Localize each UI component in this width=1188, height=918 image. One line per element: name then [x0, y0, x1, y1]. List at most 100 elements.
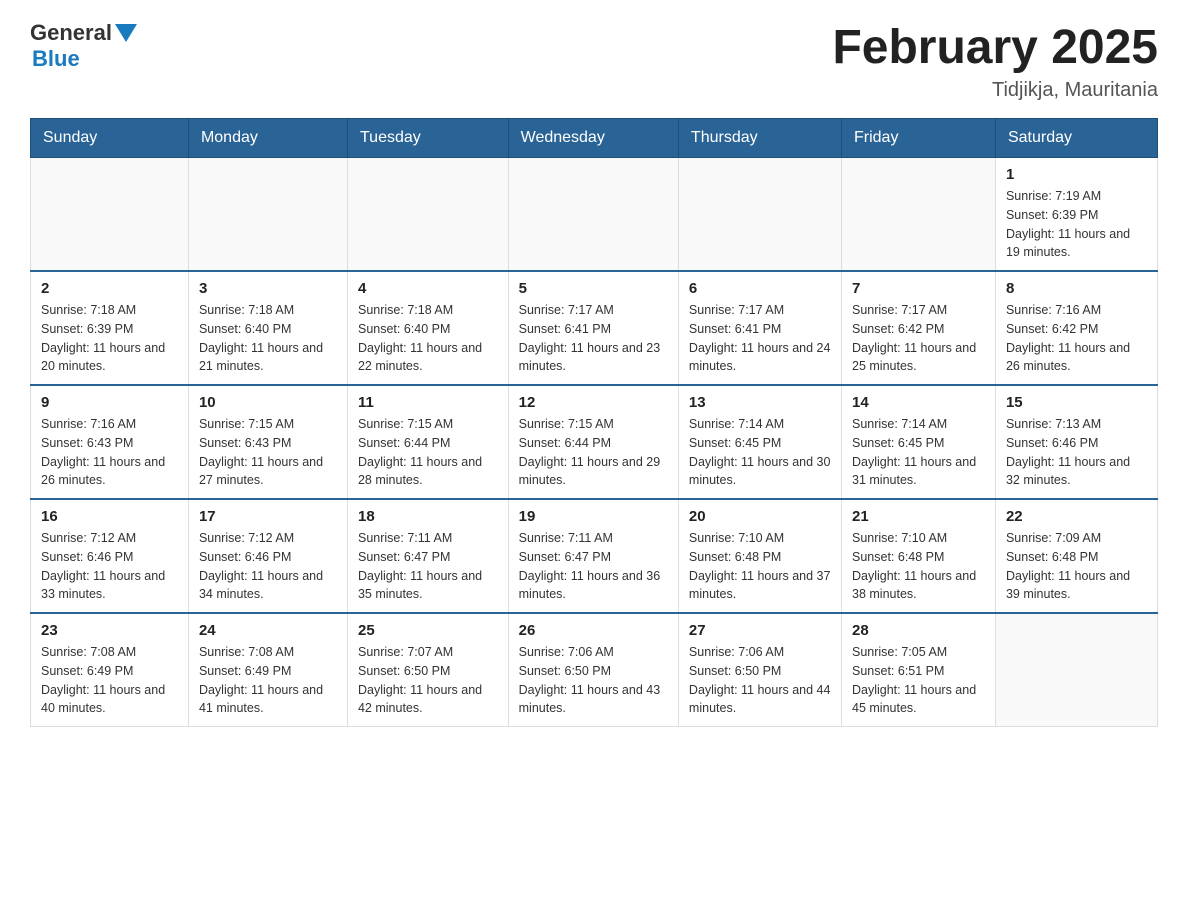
calendar-week-row: 2 Sunrise: 7:18 AM Sunset: 6:39 PM Daylig… [31, 271, 1158, 385]
calendar-subtitle: Tidjikja, Mauritania [832, 79, 1158, 102]
day-info: Sunrise: 7:15 AM Sunset: 6:43 PM Dayligh… [199, 415, 337, 490]
calendar-week-row: 16 Sunrise: 7:12 AM Sunset: 6:46 PM Dayli… [31, 499, 1158, 613]
calendar-day-cell: 3Sunrise: 7:18 AM Sunset: 6:40 PM Daylig… [188, 271, 347, 385]
day-number: 28 [852, 622, 985, 639]
day-number: 16 [41, 508, 178, 525]
calendar-day-cell: 14 Sunrise: 7:14 AM Sunset: 6:45 PM Dayli… [842, 385, 996, 499]
day-info: Sunrise: 7:15 AM Sunset: 6:44 PM Dayligh… [519, 415, 668, 490]
calendar-day-cell: 9 Sunrise: 7:16 AM Sunset: 6:43 PM Daylig… [31, 385, 189, 499]
day-number: 19 [519, 508, 668, 525]
day-info: Sunrise: 7:11 AM Sunset: 6:47 PM Dayligh… [358, 529, 498, 604]
day-info: Sunrise: 7:10 AM Sunset: 6:48 PM Dayligh… [689, 529, 831, 604]
calendar-day-cell: 22 Sunrise: 7:09 AM Sunset: 6:48 PM Dayli… [995, 499, 1157, 613]
day-of-week-header: Friday [842, 119, 996, 158]
day-of-week-header: Thursday [678, 119, 841, 158]
day-number: 15 [1006, 394, 1147, 411]
day-of-week-header: Monday [188, 119, 347, 158]
calendar-week-row: 23 Sunrise: 7:08 AM Sunset: 6:49 PM Dayli… [31, 613, 1158, 727]
day-number: 11 [358, 394, 498, 411]
calendar-day-cell [31, 158, 189, 272]
day-info: Sunrise: 7:07 AM Sunset: 6:50 PM Dayligh… [358, 643, 498, 718]
day-info: Sunrise: 7:17 AM Sunset: 6:42 PM Dayligh… [852, 301, 985, 376]
day-info: Sunrise: 7:19 AM Sunset: 6:39 PM Dayligh… [1006, 187, 1147, 262]
day-of-week-header: Tuesday [347, 119, 508, 158]
calendar-day-cell: 15 Sunrise: 7:13 AM Sunset: 6:46 PM Dayli… [995, 385, 1157, 499]
day-number: 12 [519, 394, 668, 411]
calendar-title: February 2025 [832, 20, 1158, 75]
day-info: Sunrise: 7:12 AM Sunset: 6:46 PM Dayligh… [41, 529, 178, 604]
day-number: 22 [1006, 508, 1147, 525]
day-number: 10 [199, 394, 337, 411]
day-info: Sunrise: 7:18 AM Sunset: 6:40 PM Dayligh… [199, 301, 337, 376]
calendar-day-cell: 6 Sunrise: 7:17 AM Sunset: 6:41 PM Daylig… [678, 271, 841, 385]
calendar-day-cell: 8 Sunrise: 7:16 AM Sunset: 6:42 PM Daylig… [995, 271, 1157, 385]
day-number: 20 [689, 508, 831, 525]
calendar-day-cell: 10 Sunrise: 7:15 AM Sunset: 6:43 PM Dayli… [188, 385, 347, 499]
day-info: Sunrise: 7:08 AM Sunset: 6:49 PM Dayligh… [41, 643, 178, 718]
day-info: Sunrise: 7:18 AM Sunset: 6:40 PM Dayligh… [358, 301, 498, 376]
day-number: 25 [358, 622, 498, 639]
day-number: 27 [689, 622, 831, 639]
day-number: 8 [1006, 280, 1147, 297]
day-number: 9 [41, 394, 178, 411]
day-number: 23 [41, 622, 178, 639]
calendar-day-cell: 23 Sunrise: 7:08 AM Sunset: 6:49 PM Dayli… [31, 613, 189, 727]
day-number: 26 [519, 622, 668, 639]
calendar-day-cell: 18 Sunrise: 7:11 AM Sunset: 6:47 PM Dayli… [347, 499, 508, 613]
day-info: Sunrise: 7:11 AM Sunset: 6:47 PM Dayligh… [519, 529, 668, 604]
calendar-day-cell [842, 158, 996, 272]
title-section: February 2025 Tidjikja, Mauritania [832, 20, 1158, 102]
day-number: 13 [689, 394, 831, 411]
day-info: Sunrise: 7:17 AM Sunset: 6:41 PM Dayligh… [689, 301, 831, 376]
calendar-day-cell: 4Sunrise: 7:18 AM Sunset: 6:40 PM Daylig… [347, 271, 508, 385]
calendar-day-cell [678, 158, 841, 272]
calendar-day-cell: 26 Sunrise: 7:06 AM Sunset: 6:50 PM Dayli… [508, 613, 678, 727]
logo-triangle-icon [115, 24, 137, 42]
day-info: Sunrise: 7:12 AM Sunset: 6:46 PM Dayligh… [199, 529, 337, 604]
day-number: 5 [519, 280, 668, 297]
day-info: Sunrise: 7:06 AM Sunset: 6:50 PM Dayligh… [519, 643, 668, 718]
calendar-day-cell: 13 Sunrise: 7:14 AM Sunset: 6:45 PM Dayli… [678, 385, 841, 499]
day-of-week-header: Wednesday [508, 119, 678, 158]
day-info: Sunrise: 7:13 AM Sunset: 6:46 PM Dayligh… [1006, 415, 1147, 490]
day-number: 14 [852, 394, 985, 411]
day-number: 2 [41, 280, 178, 297]
page-header: General Blue February 2025 Tidjikja, Mau… [30, 20, 1158, 102]
calendar-day-cell: 27Sunrise: 7:06 AM Sunset: 6:50 PM Dayli… [678, 613, 841, 727]
calendar-week-row: 1Sunrise: 7:19 AM Sunset: 6:39 PM Daylig… [31, 158, 1158, 272]
calendar-header-row: SundayMondayTuesdayWednesdayThursdayFrid… [31, 119, 1158, 158]
calendar-day-cell: 2 Sunrise: 7:18 AM Sunset: 6:39 PM Daylig… [31, 271, 189, 385]
calendar-day-cell: 20 Sunrise: 7:10 AM Sunset: 6:48 PM Dayli… [678, 499, 841, 613]
day-info: Sunrise: 7:14 AM Sunset: 6:45 PM Dayligh… [689, 415, 831, 490]
calendar-day-cell: 1Sunrise: 7:19 AM Sunset: 6:39 PM Daylig… [995, 158, 1157, 272]
calendar-table: SundayMondayTuesdayWednesdayThursdayFrid… [30, 118, 1158, 727]
logo: General Blue [30, 20, 137, 72]
day-number: 21 [852, 508, 985, 525]
calendar-day-cell: 21 Sunrise: 7:10 AM Sunset: 6:48 PM Dayli… [842, 499, 996, 613]
calendar-day-cell: 5 Sunrise: 7:17 AM Sunset: 6:41 PM Daylig… [508, 271, 678, 385]
calendar-day-cell: 12 Sunrise: 7:15 AM Sunset: 6:44 PM Dayli… [508, 385, 678, 499]
day-number: 17 [199, 508, 337, 525]
calendar-day-cell: 17 Sunrise: 7:12 AM Sunset: 6:46 PM Dayli… [188, 499, 347, 613]
calendar-day-cell: 28 Sunrise: 7:05 AM Sunset: 6:51 PM Dayli… [842, 613, 996, 727]
calendar-day-cell [995, 613, 1157, 727]
day-number: 18 [358, 508, 498, 525]
day-number: 24 [199, 622, 337, 639]
calendar-day-cell: 11Sunrise: 7:15 AM Sunset: 6:44 PM Dayli… [347, 385, 508, 499]
calendar-day-cell: 7Sunrise: 7:17 AM Sunset: 6:42 PM Daylig… [842, 271, 996, 385]
calendar-day-cell: 24 Sunrise: 7:08 AM Sunset: 6:49 PM Dayli… [188, 613, 347, 727]
day-of-week-header: Sunday [31, 119, 189, 158]
day-info: Sunrise: 7:18 AM Sunset: 6:39 PM Dayligh… [41, 301, 178, 376]
day-info: Sunrise: 7:09 AM Sunset: 6:48 PM Dayligh… [1006, 529, 1147, 604]
day-info: Sunrise: 7:08 AM Sunset: 6:49 PM Dayligh… [199, 643, 337, 718]
day-info: Sunrise: 7:14 AM Sunset: 6:45 PM Dayligh… [852, 415, 985, 490]
day-info: Sunrise: 7:16 AM Sunset: 6:42 PM Dayligh… [1006, 301, 1147, 376]
day-info: Sunrise: 7:10 AM Sunset: 6:48 PM Dayligh… [852, 529, 985, 604]
day-of-week-header: Saturday [995, 119, 1157, 158]
calendar-day-cell: 16 Sunrise: 7:12 AM Sunset: 6:46 PM Dayli… [31, 499, 189, 613]
day-number: 6 [689, 280, 831, 297]
day-info: Sunrise: 7:16 AM Sunset: 6:43 PM Dayligh… [41, 415, 178, 490]
logo-blue-text: Blue [32, 46, 80, 71]
day-info: Sunrise: 7:17 AM Sunset: 6:41 PM Dayligh… [519, 301, 668, 376]
day-info: Sunrise: 7:05 AM Sunset: 6:51 PM Dayligh… [852, 643, 985, 718]
